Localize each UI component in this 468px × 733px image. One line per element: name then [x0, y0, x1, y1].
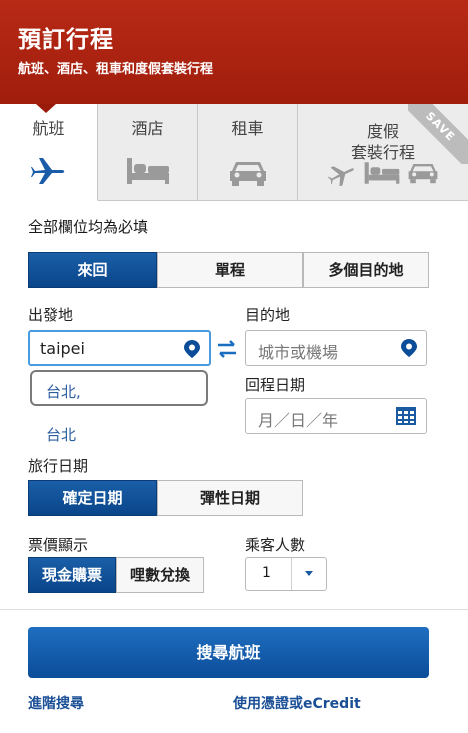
- autocomplete-item[interactable]: 台北,: [30, 370, 208, 406]
- page-title: 預訂行程: [18, 26, 114, 53]
- origin-label: 出發地: [28, 306, 74, 324]
- tab-hotels[interactable]: 酒店: [98, 104, 198, 200]
- car-icon: [229, 162, 266, 186]
- autocomplete-item[interactable]: 台北: [46, 424, 76, 445]
- tab-vacation-packages[interactable]: SAVE 度假 套裝行程: [298, 104, 468, 200]
- exact-dates-button[interactable]: 確定日期: [28, 480, 157, 516]
- save-badge: SAVE: [408, 104, 468, 164]
- tab-flights[interactable]: 航班: [0, 104, 98, 201]
- advanced-search-link[interactable]: 進階搜尋: [28, 693, 84, 713]
- airplane-icon: [30, 158, 64, 184]
- destination-placeholder: 城市或機場: [258, 343, 339, 362]
- active-tab-caret: [36, 104, 56, 113]
- passengers-value: 1: [262, 565, 271, 581]
- divider: [0, 609, 468, 610]
- swap-arrows-icon[interactable]: [215, 337, 239, 365]
- tab-flights-label: 航班: [32, 119, 65, 138]
- destination-label: 目的地: [245, 306, 291, 324]
- flexible-dates-button[interactable]: 彈性日期: [157, 480, 303, 516]
- location-pin-icon: [184, 340, 200, 362]
- trip-type-selector: 來回 單程 多個目的地: [28, 252, 429, 288]
- header-banner: 預訂行程 航班、酒店、租車和度假套裝行程: [0, 0, 468, 104]
- bed-icon: [126, 158, 169, 184]
- bed-icon: [364, 162, 400, 184]
- return-date-placeholder: 月／日／年: [258, 411, 339, 430]
- cash-fare-button[interactable]: 現金購票: [28, 557, 116, 593]
- return-date-label: 回程日期: [245, 376, 306, 394]
- passengers-select[interactable]: 1: [245, 557, 327, 591]
- origin-input[interactable]: taipei: [28, 330, 211, 366]
- date-mode-selector: 確定日期 彈性日期: [28, 480, 303, 516]
- page-subtitle: 航班、酒店、租車和度假套裝行程: [18, 62, 214, 77]
- tab-hotels-label: 酒店: [131, 119, 164, 138]
- required-note: 全部欄位均為必填: [28, 218, 149, 236]
- travel-dates-label: 旅行日期: [28, 457, 89, 475]
- chevron-down-icon: [291, 558, 326, 590]
- car-icon: [408, 164, 438, 184]
- miles-redemption-button[interactable]: 哩數兌換: [116, 557, 204, 593]
- booking-tabs: 航班 酒店 租車 SAVE 度假 套裝行程: [0, 104, 468, 201]
- airplane-icon: [327, 166, 354, 186]
- tab-cars-label: 租車: [231, 119, 264, 138]
- fare-display-selector: 現金購票 哩數兌換: [28, 557, 204, 593]
- autocomplete-dropdown: 台北, 台北: [28, 366, 210, 448]
- fare-display-label: 票價顯示: [28, 536, 89, 554]
- origin-value: taipei: [40, 339, 85, 358]
- destination-input[interactable]: 城市或機場: [245, 330, 427, 366]
- tab-cars[interactable]: 租車: [198, 104, 298, 200]
- passengers-label: 乘客人數: [245, 536, 306, 554]
- location-pin-icon: [401, 339, 417, 361]
- search-flights-button[interactable]: 搜尋航班: [28, 627, 429, 678]
- use-certificate-link[interactable]: 使用憑證或eCredit: [233, 693, 361, 713]
- return-date-input[interactable]: 月／日／年: [245, 398, 427, 434]
- tab-vacation-label-1: 度假: [366, 122, 399, 141]
- multi-city-button[interactable]: 多個目的地: [303, 252, 429, 288]
- one-way-button[interactable]: 單程: [157, 252, 303, 288]
- calendar-icon[interactable]: [396, 407, 416, 429]
- round-trip-button[interactable]: 來回: [28, 252, 157, 288]
